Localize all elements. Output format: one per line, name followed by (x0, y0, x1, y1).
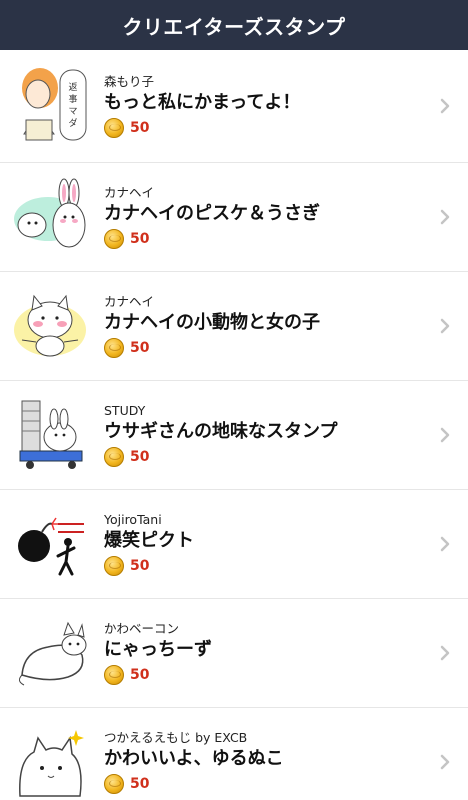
list-item[interactable]: かわベーコン にゃっちーず 50 (0, 599, 468, 708)
bomb-pict-sticker-icon (12, 502, 92, 586)
list-item[interactable]: YojiroTani 爆笑ピクト 50 (0, 490, 468, 599)
sticker-title: カナヘイのピスケ＆うさぎ (104, 203, 320, 224)
list-item[interactable]: つかえるえもじ by EXCB かわいいよ、ゆるぬこ 50 (0, 708, 468, 800)
list-item[interactable]: カナヘイ カナヘイの小動物と女の子 50 (0, 272, 468, 381)
price-value: 50 (130, 340, 150, 356)
chevron-right-icon (440, 754, 450, 770)
page-title: クリエイターズスタンプ (122, 14, 346, 39)
author-name: 森もり子 (104, 74, 155, 89)
list-item[interactable]: 返 事 マ ダ 森もり子 もっと私にかまってよ！ 50 (0, 50, 468, 163)
sticker-title: 爆笑ピクト (104, 530, 194, 551)
coin-icon (104, 118, 124, 138)
coin-icon (104, 447, 124, 467)
author-name: カナヘイ (104, 294, 155, 309)
lying-cat-sticker-icon (12, 611, 92, 695)
girl-sticker-icon: 返 事 マ ダ (12, 64, 92, 148)
price-value: 50 (130, 667, 150, 683)
list-item[interactable]: STUDY ウサギさんの地味なスタンプ 50 (0, 381, 468, 490)
list-item[interactable]: カナヘイ カナヘイのピスケ＆うさぎ 50 (0, 163, 468, 272)
coin-icon (104, 556, 124, 576)
sticker-title: かわいいよ、ゆるぬこ (104, 748, 284, 769)
svg-text:事: 事 (68, 93, 77, 105)
price-value: 50 (130, 231, 150, 247)
chevron-right-icon (440, 209, 450, 225)
author-name: かわベーコン (104, 621, 180, 636)
rabbit-cart-sticker-icon (12, 393, 92, 477)
chevron-right-icon (440, 645, 450, 661)
cat-sticker-icon (12, 284, 92, 368)
svg-text:マ: マ (68, 107, 77, 117)
page-header: クリエイターズスタンプ (0, 0, 468, 50)
chevron-right-icon (440, 536, 450, 552)
author-name: つかえるえもじ by EXCB (104, 730, 248, 745)
sticker-title: ウサギさんの地味なスタンプ (104, 421, 338, 442)
price-value: 50 (130, 449, 150, 465)
chevron-right-icon (440, 98, 450, 114)
sticker-title: カナヘイの小動物と女の子 (104, 312, 320, 333)
author-name: STUDY (104, 403, 146, 418)
sticker-list: 返 事 マ ダ 森もり子 もっと私にかまってよ！ 50 カナヘイ カナヘイのピス… (0, 50, 468, 800)
price-value: 50 (130, 776, 150, 792)
bird-rabbit-sticker-icon (12, 175, 92, 259)
chevron-right-icon (440, 318, 450, 334)
coin-icon (104, 665, 124, 685)
coin-icon (104, 229, 124, 249)
fluffy-cat-sticker-icon (12, 720, 92, 800)
author-name: カナヘイ (104, 185, 155, 200)
coin-icon (104, 774, 124, 794)
price-value: 50 (130, 558, 150, 574)
svg-text:ダ: ダ (68, 117, 77, 129)
author-name: YojiroTani (104, 512, 162, 527)
price-value: 50 (130, 120, 150, 136)
coin-icon (104, 338, 124, 358)
sticker-title: もっと私にかまってよ！ (104, 92, 301, 113)
chevron-right-icon (440, 427, 450, 443)
sticker-title: にゃっちーず (104, 639, 212, 660)
svg-text:返: 返 (68, 81, 77, 93)
